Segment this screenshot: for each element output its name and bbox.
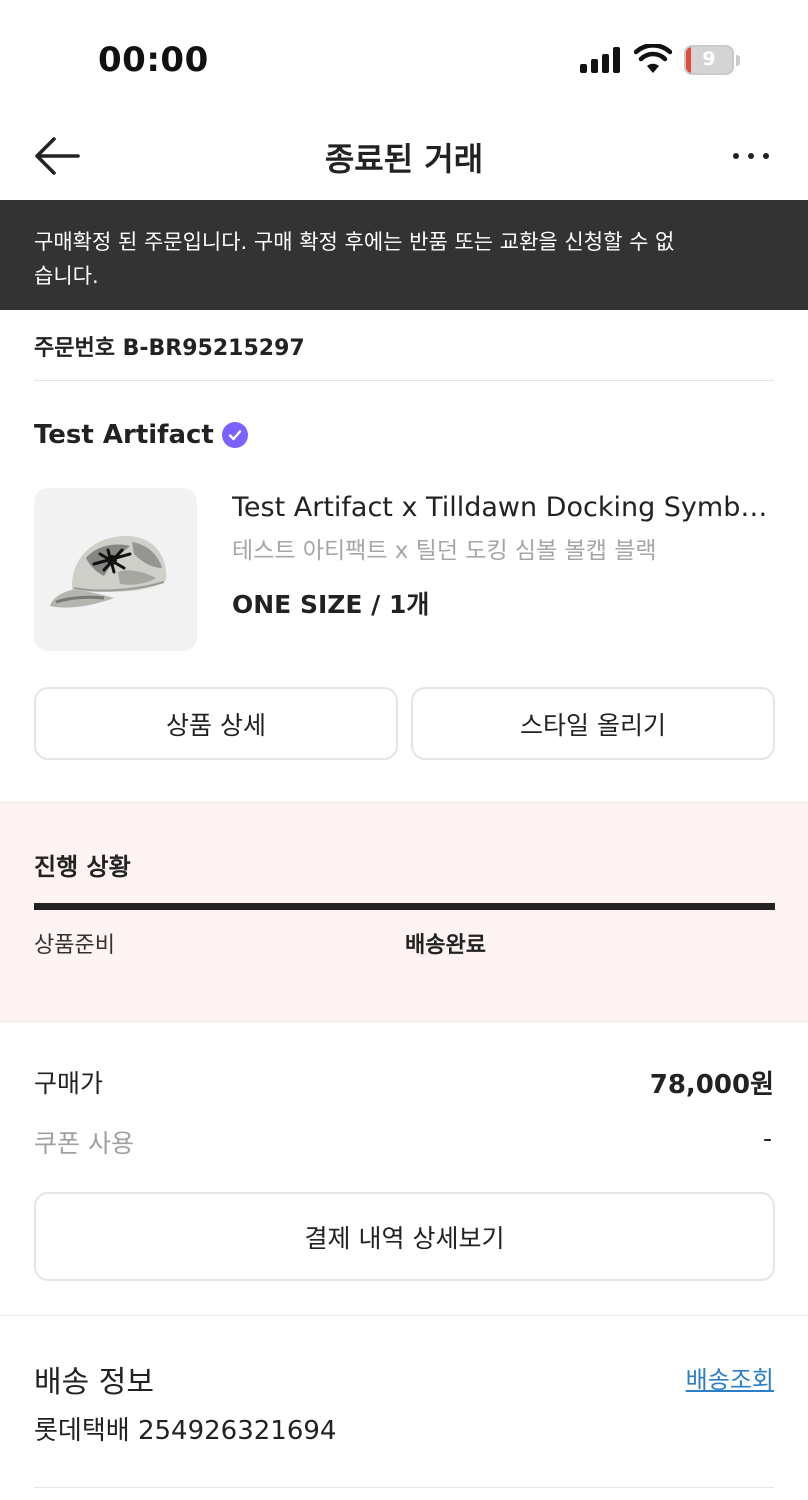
status-bar: 00:00 9 — [0, 0, 808, 112]
nav-bar: 종료된 거래 — [0, 112, 808, 200]
track-shipment-link[interactable]: 배송조회 — [686, 1360, 774, 1395]
divider — [34, 380, 774, 381]
payment-detail-button[interactable]: 결제 내역 상세보기 — [34, 1192, 775, 1281]
purchase-price-label: 구매가 — [34, 1069, 104, 1098]
battery-icon: 9 — [684, 45, 734, 75]
product-image[interactable] — [34, 488, 197, 651]
product-name-korean: 테스트 아티팩트 x 틸던 도킹 심볼 볼캡 블랙 — [232, 538, 657, 564]
notice-text: 구매확정 된 주문입니다. 구매 확정 후에는 반품 또는 교환을 신청할 수 … — [34, 230, 675, 288]
coupon-value: - — [762, 1124, 772, 1153]
purchase-confirmed-notice: 구매확정 된 주문입니다. 구매 확정 후에는 반품 또는 교환을 신청할 수 … — [0, 200, 808, 310]
product-option: ONE SIZE / 1개 — [232, 590, 430, 619]
battery-tip — [736, 55, 740, 66]
divider — [0, 1315, 808, 1316]
more-icon — [733, 153, 769, 159]
verified-badge-icon — [221, 422, 248, 448]
brand-label: Test Artifact — [34, 420, 214, 450]
order-number: 주문번호 B-BR95215297 — [34, 336, 305, 361]
product-detail-button[interactable]: 상품 상세 — [34, 687, 398, 760]
more-button[interactable] — [726, 140, 776, 172]
progress-step-preparing: 상품준비 — [34, 933, 115, 958]
divider — [34, 1487, 774, 1488]
shipping-info-title: 배송 정보 — [34, 1365, 154, 1400]
upload-style-button[interactable]: 스타일 올리기 — [411, 687, 775, 760]
brand-name[interactable]: Test Artifact — [34, 420, 248, 450]
progress-step-delivered: 배송완료 — [405, 933, 486, 958]
product-name[interactable]: Test Artifact x Tilldawn Docking Symbol … — [232, 492, 777, 523]
status-time: 00:00 — [98, 40, 209, 80]
progress-bar — [34, 903, 775, 910]
progress-section: 진행 상황 상품준비 배송완료 — [0, 802, 808, 1022]
purchase-price-value: 78,000원 — [649, 1070, 774, 1100]
coupon-label: 쿠폰 사용 — [34, 1129, 134, 1158]
signal-icon — [580, 47, 622, 73]
ballcap-image — [50, 536, 167, 608]
shipping-carrier-tracking: 롯데택배 254926321694 — [34, 1416, 337, 1446]
progress-title: 진행 상황 — [34, 853, 131, 881]
battery-level: 9 — [702, 48, 716, 70]
wifi-icon — [634, 44, 672, 73]
page-title: 종료된 거래 — [324, 140, 484, 178]
